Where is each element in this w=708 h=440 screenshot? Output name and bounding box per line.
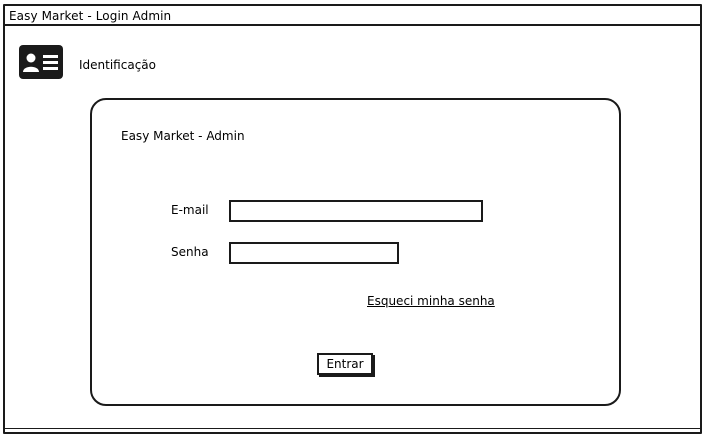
app-window: Easy Market - Login Admin Identificação … bbox=[3, 4, 702, 434]
password-label: Senha bbox=[171, 245, 209, 259]
login-button[interactable]: Entrar bbox=[317, 353, 373, 375]
window-titlebar: Easy Market - Login Admin bbox=[5, 6, 700, 26]
login-panel-title: Easy Market - Admin bbox=[121, 129, 245, 143]
login-panel: Easy Market - Admin E-mail Senha Esqueci… bbox=[90, 98, 621, 406]
window-title: Easy Market - Login Admin bbox=[9, 9, 172, 23]
window-bottom-border bbox=[5, 428, 700, 429]
section-label: Identificação bbox=[79, 58, 156, 72]
password-field[interactable] bbox=[229, 242, 399, 264]
id-card-icon bbox=[18, 44, 64, 80]
email-field[interactable] bbox=[229, 200, 483, 222]
forgot-password-link[interactable]: Esqueci minha senha bbox=[367, 293, 495, 309]
email-label: E-mail bbox=[171, 203, 209, 217]
